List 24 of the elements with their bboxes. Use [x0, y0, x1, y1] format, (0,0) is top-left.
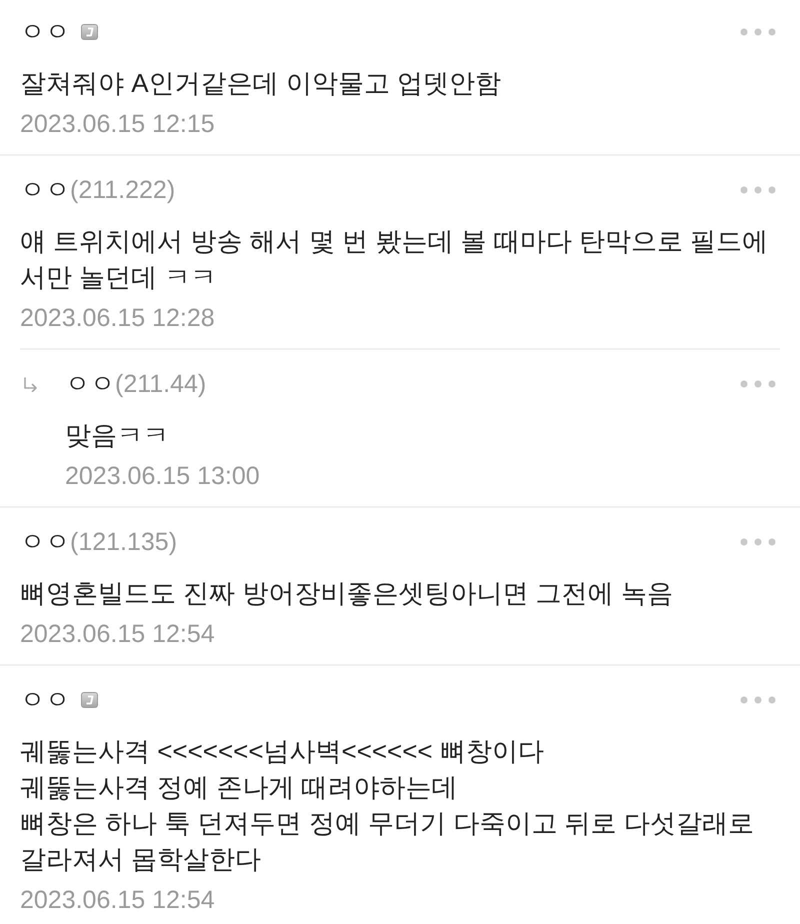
reply-arrow-icon [23, 376, 38, 392]
more-icon[interactable] [740, 186, 776, 194]
comment-date: 2023.06.15 13:00 [65, 461, 261, 491]
more-icon[interactable] [740, 28, 776, 36]
ip-address: (211.222) [70, 176, 176, 204]
author-name: ㅇㅇ [65, 370, 115, 398]
more-icon[interactable] [740, 696, 776, 704]
author-name: ㅇㅇ [20, 18, 70, 46]
comment-date: 2023.06.15 12:54 [20, 619, 216, 649]
comment-text: 궤뚫는사격 <<<<<<<넘사벽<<<<<< 뼈창이다 궤뚫는사격 정예 존나게 때려야하는데 뼈창은 하나 툭 던져두면 정예 무더기 다죽이고 뒤로 다섯갈래로 갈라져서 몹학살한다 [20, 735, 755, 876]
author-name: ㅇㅇ [20, 176, 70, 204]
ip-address: (121.135) [70, 528, 178, 556]
author-name: ㅇㅇ [20, 528, 70, 556]
comment-text: 잘쳐줘야 A인거같은데 이악물고 업뎃안함 [20, 67, 502, 100]
comment-date: 2023.06.15 12:15 [20, 109, 216, 139]
comment-text: 맞음ㅋㅋ [65, 419, 170, 452]
more-icon[interactable] [740, 380, 776, 388]
author-name: ㅇㅇ [20, 686, 70, 714]
ip-address: (211.44) [115, 370, 206, 398]
comment-date: 2023.06.15 12:54 [20, 885, 216, 915]
comment-text: 뼈영혼빌드도 진짜 방어장비좋은셋팅아니면 그전에 녹음 [20, 577, 674, 610]
more-icon[interactable] [740, 538, 776, 546]
comment-text: 얘 트위치에서 방송 해서 몇 번 봤는데 볼 때마다 탄막으로 필드에서만 놀던데 ㅋㅋ [20, 225, 770, 294]
comment-date: 2023.06.15 12:28 [20, 303, 216, 333]
